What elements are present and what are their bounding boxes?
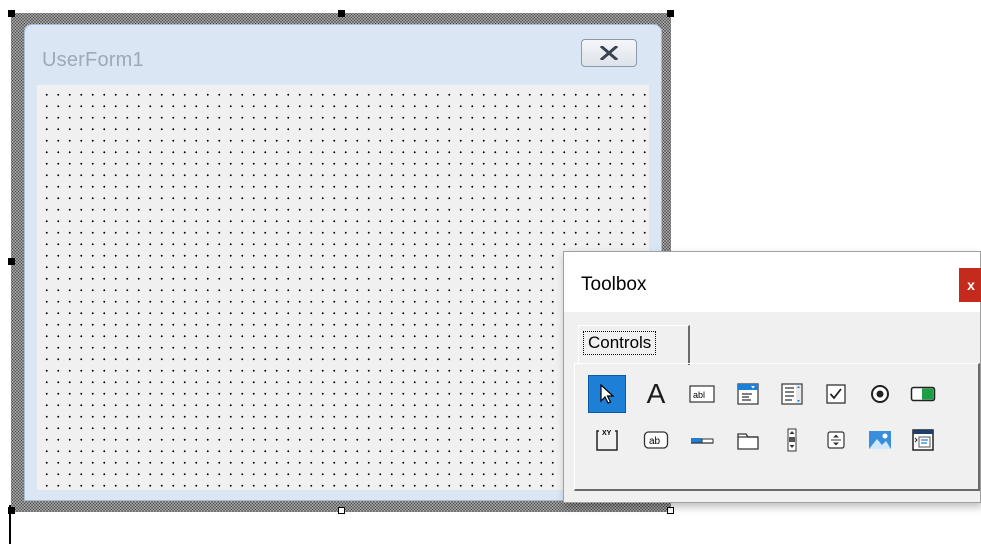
resize-handle-bottom-middle[interactable] <box>338 507 345 514</box>
svg-text:abl: abl <box>693 390 705 400</box>
form-title: UserForm1 <box>42 49 144 71</box>
scrollbar-tool[interactable] <box>773 421 811 459</box>
tab-controls-label: Controls <box>583 331 657 355</box>
command-button-icon: ab <box>643 431 669 449</box>
text-cursor <box>9 505 11 544</box>
close-x-icon <box>599 46 619 60</box>
form-design-grid[interactable] <box>37 85 649 490</box>
image-icon <box>869 431 891 449</box>
textbox-icon: abl <box>689 385 715 403</box>
resize-handle-middle-left[interactable] <box>8 258 15 265</box>
toolbox-title: Toolbox <box>581 274 647 295</box>
label-A-icon: A <box>646 378 666 409</box>
refedit-tool[interactable] <box>904 421 942 459</box>
controls-pane: A abl XY ab <box>574 363 980 491</box>
toggle-icon <box>910 386 936 402</box>
tabstrip-icon <box>691 438 714 444</box>
resize-handle-top-left[interactable] <box>8 10 15 17</box>
pointer-icon <box>600 383 615 404</box>
svg-text:ab: ab <box>649 436 661 447</box>
frame-tool[interactable]: XY <box>588 421 626 459</box>
multipage-tool[interactable] <box>729 421 767 459</box>
image-tool[interactable] <box>861 421 899 459</box>
select-objects-tool[interactable] <box>588 375 626 413</box>
toolbox-close-button[interactable]: x <box>959 268 981 302</box>
resize-handle-bottom-right[interactable] <box>667 507 674 514</box>
resize-handle-top-middle[interactable] <box>338 10 345 17</box>
refedit-icon <box>912 429 934 451</box>
checkbox-icon <box>826 384 846 404</box>
checkbox-tool[interactable] <box>817 375 855 413</box>
textbox-tool[interactable]: abl <box>683 375 721 413</box>
scrollbar-icon <box>787 428 797 452</box>
listbox-icon <box>781 383 803 405</box>
tabstrip-tool[interactable] <box>683 421 721 459</box>
listbox-tool[interactable] <box>773 375 811 413</box>
commandbutton-tool[interactable]: ab <box>637 421 675 459</box>
combobox-icon <box>737 383 759 405</box>
radio-icon <box>871 385 889 403</box>
spinbutton-tool[interactable] <box>817 421 855 459</box>
tab-controls[interactable]: Controls <box>578 325 690 365</box>
svg-text:XY: XY <box>602 430 612 437</box>
toolbox-window[interactable]: Toolbox x Controls A abl XY ab <box>563 251 981 503</box>
spinbutton-icon <box>827 431 845 449</box>
combobox-tool[interactable] <box>729 375 767 413</box>
label-tool[interactable]: A <box>637 375 675 413</box>
togglebutton-tool[interactable] <box>904 375 942 413</box>
multipage-icon <box>737 433 759 450</box>
resize-handle-top-right[interactable] <box>667 10 674 17</box>
frame-icon: XY <box>596 430 618 451</box>
optionbutton-tool[interactable] <box>861 375 899 413</box>
toolbox-titlebar[interactable]: Toolbox x <box>564 252 981 312</box>
form-close-button[interactable] <box>581 39 637 67</box>
